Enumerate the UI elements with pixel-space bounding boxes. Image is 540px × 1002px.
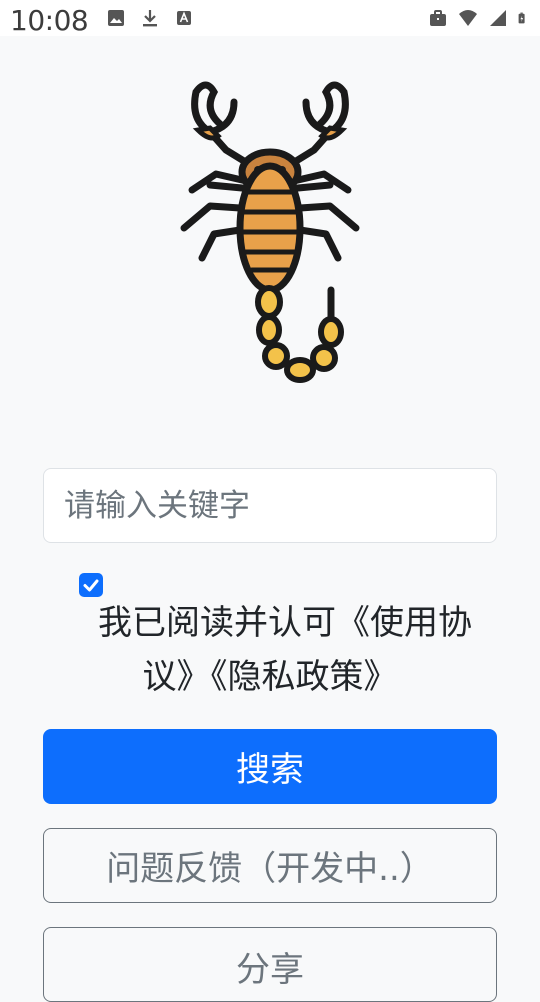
briefcase-icon bbox=[430, 10, 446, 26]
share-button[interactable]: 分享 bbox=[43, 927, 497, 1002]
status-system-icons bbox=[428, 8, 530, 28]
status-bar: 10:08 bbox=[0, 0, 540, 37]
font-icon bbox=[177, 11, 191, 25]
download-icon bbox=[143, 10, 157, 27]
search-input[interactable] bbox=[43, 468, 497, 543]
search-button[interactable]: 搜索 bbox=[43, 729, 497, 804]
wifi-icon bbox=[459, 10, 477, 26]
agreement-text[interactable]: 我已阅读并认可《使用协议》《隐私政策》 bbox=[60, 596, 480, 704]
feedback-button[interactable]: 问题反馈（开发中..） bbox=[43, 828, 497, 903]
image-icon bbox=[108, 10, 124, 26]
agreement-checkbox[interactable] bbox=[79, 573, 103, 597]
scorpion-icon bbox=[180, 81, 360, 383]
signal-icon bbox=[490, 10, 506, 26]
status-time: 10:08 bbox=[10, 4, 89, 37]
battery-icon bbox=[518, 12, 525, 24]
checkmark-icon bbox=[83, 579, 99, 592]
status-notification-icons bbox=[106, 8, 194, 28]
